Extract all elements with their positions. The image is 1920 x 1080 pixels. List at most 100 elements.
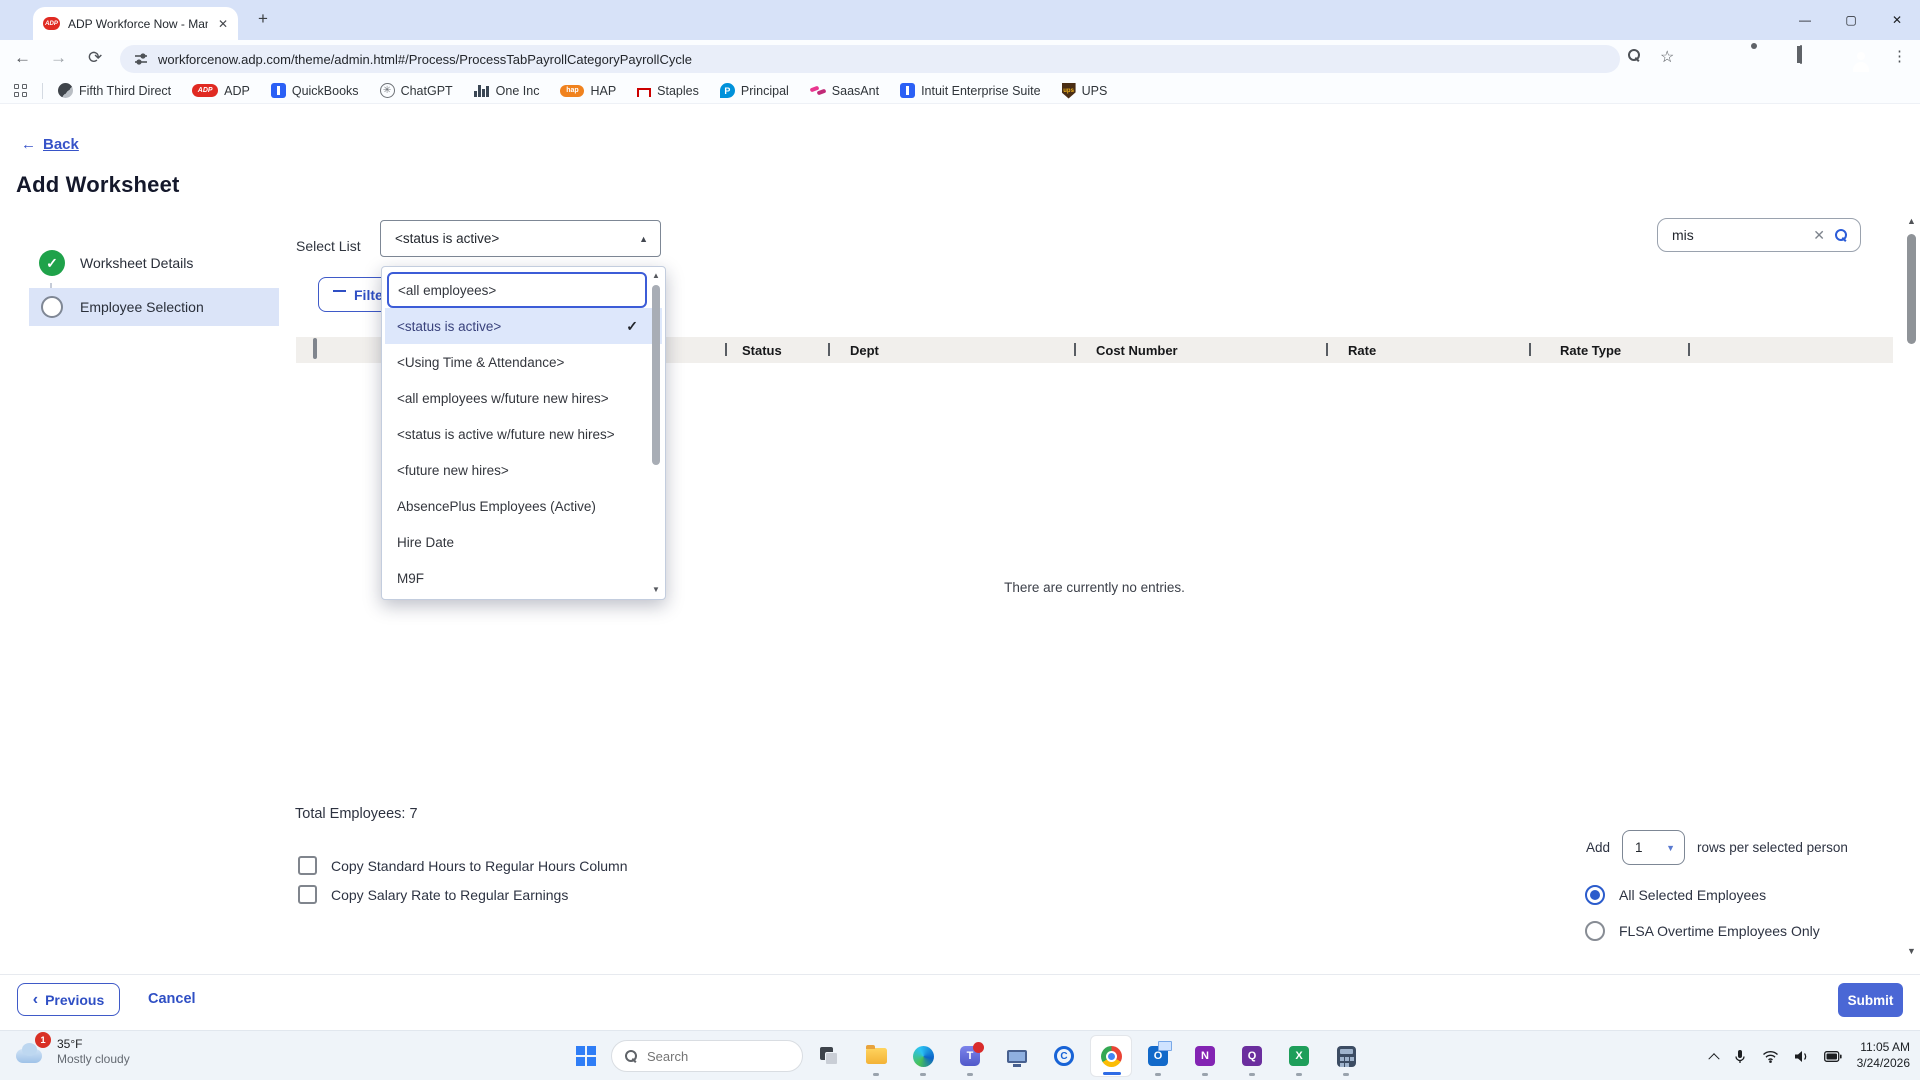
- browser-tab[interactable]: ADP ADP Workforce Now - Manage ✕: [33, 7, 238, 40]
- battery-icon[interactable]: [1823, 1050, 1842, 1062]
- scroll-down-icon[interactable]: ▼: [1907, 944, 1916, 958]
- select-list-dropdown[interactable]: <status is active> ▲: [380, 220, 661, 257]
- excel-button[interactable]: X: [1278, 1033, 1320, 1079]
- close-icon[interactable]: ✕: [1874, 0, 1920, 40]
- scroll-up-icon[interactable]: ▲: [1907, 214, 1916, 228]
- radio-selected[interactable]: [1585, 885, 1605, 905]
- bookmark-chatgpt[interactable]: ✳ ChatGPT: [379, 83, 453, 98]
- dropdown-option[interactable]: <all employees w/future new hires>: [385, 380, 647, 416]
- bookmark-ups[interactable]: ups UPS: [1061, 82, 1107, 99]
- scroll-down-icon[interactable]: ▼: [652, 585, 660, 595]
- task-view-button[interactable]: [808, 1033, 850, 1079]
- teams-button[interactable]: T: [949, 1033, 991, 1079]
- minimize-icon[interactable]: —: [1782, 0, 1828, 40]
- copy-salary-rate-option[interactable]: Copy Salary Rate to Regular Earnings: [298, 885, 568, 904]
- time: 11:05 AM: [1860, 1040, 1910, 1055]
- cancel-button[interactable]: Cancel: [148, 991, 196, 1007]
- bookmark-staples[interactable]: Staples: [637, 84, 699, 98]
- browser-back-icon[interactable]: ←: [14, 48, 31, 68]
- bookmarks-bar: Fifth Third Direct ADP ADP QuickBooks ✳ Ch…: [0, 78, 1920, 104]
- step-worksheet-details[interactable]: ✓ Worksheet Details: [29, 244, 279, 282]
- lens-search-icon[interactable]: [1628, 49, 1641, 67]
- checkbox[interactable]: [298, 885, 317, 904]
- hidden-icons-chevron[interactable]: [1707, 1053, 1720, 1065]
- apps-grid-icon[interactable]: [14, 84, 27, 97]
- scrollbar-thumb[interactable]: [1907, 234, 1916, 344]
- tune-icon[interactable]: [134, 52, 148, 66]
- browser-reload-icon[interactable]: ⟳: [88, 48, 102, 68]
- quickbooks-time-button[interactable]: Q: [1231, 1033, 1273, 1079]
- column-status[interactable]: Status: [742, 343, 782, 358]
- taskbar-search[interactable]: [611, 1040, 803, 1072]
- dropdown-scrollbar[interactable]: ▲ ▼: [650, 271, 662, 595]
- side-panel-icon[interactable]: [1800, 45, 1802, 64]
- back-link[interactable]: ← Back: [21, 136, 79, 153]
- column-rate[interactable]: Rate: [1348, 343, 1376, 358]
- remote-desktop-button[interactable]: [996, 1033, 1038, 1079]
- dropdown-option[interactable]: M9F: [385, 560, 647, 596]
- dropdown-option[interactable]: AbsencePlus Employees (Active): [385, 488, 647, 524]
- dropdown-option[interactable]: Hire Date: [385, 524, 647, 560]
- cloud-icon: 1: [14, 1032, 51, 1065]
- step-employee-selection[interactable]: Employee Selection: [29, 288, 279, 326]
- bookmark-hap[interactable]: hap HAP: [560, 84, 616, 98]
- flsa-overtime-option[interactable]: FLSA Overtime Employees Only: [1585, 921, 1820, 941]
- previous-button[interactable]: ‹ Previous: [17, 983, 120, 1016]
- search-icon[interactable]: [1835, 228, 1848, 242]
- calculator-button[interactable]: [1325, 1033, 1367, 1079]
- back-label: Back: [43, 136, 79, 153]
- taskbar-search-input[interactable]: [647, 1048, 767, 1064]
- dropdown-option[interactable]: <Using Time & Attendance>: [385, 344, 647, 380]
- all-selected-employees-option[interactable]: All Selected Employees: [1585, 885, 1766, 905]
- bookmark-one-inc[interactable]: One Inc: [474, 84, 539, 98]
- page-title: Add Worksheet: [16, 172, 180, 197]
- submit-button[interactable]: Submit: [1838, 983, 1903, 1017]
- chrome-button[interactable]: [1090, 1035, 1132, 1077]
- select-list-options-panel: <all employees> <status is active> ✓ <Us…: [381, 266, 666, 600]
- dropdown-option[interactable]: <status is active w/future new hires>: [385, 416, 647, 452]
- onenote-button[interactable]: N: [1184, 1033, 1226, 1079]
- copy-standard-hours-option[interactable]: Copy Standard Hours to Regular Hours Col…: [298, 856, 627, 875]
- c-app-button[interactable]: C: [1043, 1033, 1085, 1079]
- maximize-icon[interactable]: ▢: [1828, 0, 1874, 40]
- divider: [0, 974, 1920, 975]
- bookmark-adp[interactable]: ADP ADP: [192, 84, 250, 98]
- search-input[interactable]: [1662, 227, 1804, 243]
- bookmark-fifth-third[interactable]: Fifth Third Direct: [58, 83, 171, 98]
- dropdown-option-selected[interactable]: <status is active> ✓: [385, 308, 662, 344]
- dropdown-option[interactable]: <all employees>: [387, 272, 647, 308]
- browser-menu-icon[interactable]: ⋮: [1892, 47, 1907, 65]
- new-tab-button[interactable]: +: [258, 9, 268, 29]
- step-circle-icon: [41, 296, 63, 318]
- address-bar[interactable]: workforcenow.adp.com/theme/admin.html#/P…: [120, 45, 1620, 73]
- quickbooks-icon: [270, 83, 286, 98]
- scroll-up-icon[interactable]: ▲: [652, 271, 660, 281]
- speaker-icon[interactable]: [1794, 1050, 1809, 1063]
- bookmark-star-icon[interactable]: ☆: [1660, 47, 1674, 67]
- bookmark-saasant[interactable]: SaasAnt: [810, 84, 879, 98]
- tab-close-icon[interactable]: ✕: [216, 17, 230, 31]
- taskbar-clock[interactable]: 11:05 AM 3/24/2026: [1857, 1040, 1910, 1071]
- weather-widget[interactable]: 1 35°F Mostly cloudy: [14, 1032, 130, 1067]
- file-explorer-button[interactable]: [855, 1033, 897, 1079]
- checkbox[interactable]: [298, 856, 317, 875]
- browser-forward-icon[interactable]: →: [50, 48, 67, 68]
- dropdown-option[interactable]: <future new hires>: [385, 452, 647, 488]
- bookmark-principal[interactable]: P Principal: [719, 83, 789, 98]
- radio[interactable]: [1585, 921, 1605, 941]
- edge-button[interactable]: [902, 1033, 944, 1079]
- rows-count-dropdown[interactable]: 1 ▼: [1622, 830, 1686, 865]
- wifi-icon[interactable]: [1762, 1050, 1779, 1063]
- bookmark-quickbooks[interactable]: QuickBooks: [270, 83, 359, 98]
- clear-search-icon[interactable]: ✕: [1813, 227, 1825, 244]
- column-rate-type[interactable]: Rate Type: [1560, 343, 1621, 358]
- select-all-checkbox[interactable]: [313, 338, 317, 359]
- scrollbar-thumb[interactable]: [652, 285, 660, 465]
- column-dept[interactable]: Dept: [850, 343, 879, 358]
- page-scrollbar[interactable]: ▲ ▼: [1904, 214, 1919, 958]
- microphone-icon[interactable]: [1733, 1049, 1747, 1064]
- column-cost-number[interactable]: Cost Number: [1096, 343, 1178, 358]
- start-button[interactable]: [566, 1033, 606, 1079]
- bookmark-intuit-suite[interactable]: Intuit Enterprise Suite: [900, 83, 1041, 98]
- outlook-button[interactable]: O: [1137, 1033, 1179, 1079]
